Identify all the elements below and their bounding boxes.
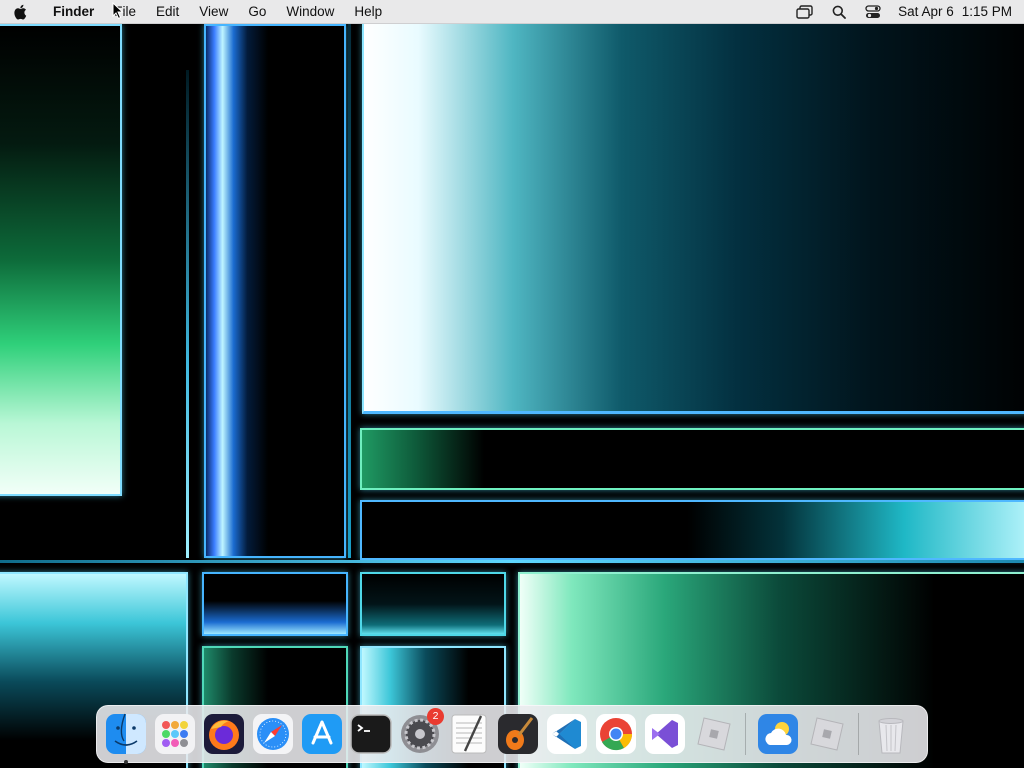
dock-trash[interactable] [868, 712, 913, 757]
wallpaper-line [186, 70, 189, 558]
dock-chrome[interactable] [593, 712, 638, 757]
dock-finder[interactable] [103, 712, 148, 764]
notification-badge: 2 [427, 707, 444, 725]
safari-icon [252, 714, 293, 754]
dock-roblox[interactable] [691, 712, 736, 757]
menu-edit[interactable]: Edit [146, 0, 189, 24]
roblox-studio-icon [809, 717, 844, 751]
wallpaper-line [0, 560, 1024, 563]
screen-mirroring-icon[interactable] [788, 0, 822, 24]
dock-textedit[interactable] [446, 712, 491, 757]
dock-vscode[interactable] [544, 712, 589, 757]
dock-system-settings[interactable]: 2 [397, 707, 444, 757]
dock-terminal[interactable] [348, 712, 393, 757]
menu-app-finder[interactable]: Finder [40, 0, 104, 24]
menu-file[interactable]: File [104, 0, 146, 24]
mouse-cursor-icon [112, 1, 124, 25]
trash-icon [877, 718, 904, 754]
garageband-icon [497, 714, 538, 754]
apple-logo-icon[interactable] [0, 0, 40, 24]
wallpaper-panel [202, 572, 348, 636]
vscode-icon [546, 714, 587, 754]
roblox-icon [696, 717, 731, 751]
dock-firefox[interactable] [201, 712, 246, 757]
wallpaper-panel [0, 24, 122, 496]
app-store-icon [301, 714, 342, 754]
finder-icon [105, 713, 146, 754]
weather-icon [757, 714, 798, 754]
clock-date: Sat Apr 6 [898, 4, 954, 19]
textedit-icon [451, 714, 486, 754]
menu-help[interactable]: Help [344, 0, 392, 24]
running-indicator [123, 759, 128, 764]
dock-separator [745, 713, 746, 755]
wallpaper-line [348, 24, 351, 558]
control-center-icon[interactable] [856, 0, 890, 24]
wallpaper-panel [204, 24, 346, 558]
wallpaper-panel [362, 24, 1024, 414]
dock-roblox-studio[interactable] [804, 712, 849, 757]
wallpaper-panel [360, 500, 1024, 560]
dock-visual-studio[interactable] [642, 712, 687, 757]
dock-app-store[interactable] [299, 712, 344, 757]
dock: 2 [96, 705, 928, 764]
launchpad-icon [154, 714, 195, 754]
clock-time: 1:15 PM [961, 4, 1012, 19]
dock-weather[interactable] [755, 712, 800, 757]
desktop-wallpaper [0, 0, 1024, 768]
terminal-icon [349, 714, 392, 754]
dock-garageband[interactable] [495, 712, 540, 757]
menu-view[interactable]: View [189, 0, 238, 24]
wallpaper-panel [360, 572, 506, 636]
dock-launchpad[interactable] [152, 712, 197, 757]
chrome-icon [595, 714, 636, 754]
menu-clock[interactable]: Sat Apr 6 1:15 PM [890, 4, 1012, 19]
firefox-icon [203, 714, 244, 754]
spotlight-search-icon[interactable] [822, 0, 856, 24]
dock-safari[interactable] [250, 712, 295, 757]
visual-studio-icon [644, 714, 685, 754]
menu-go[interactable]: Go [238, 0, 276, 24]
menu-window[interactable]: Window [276, 0, 344, 24]
wallpaper-panel [360, 428, 1024, 490]
menu-bar: Finder File Edit View Go Window Help Sat… [0, 0, 1024, 24]
dock-separator [858, 713, 859, 755]
